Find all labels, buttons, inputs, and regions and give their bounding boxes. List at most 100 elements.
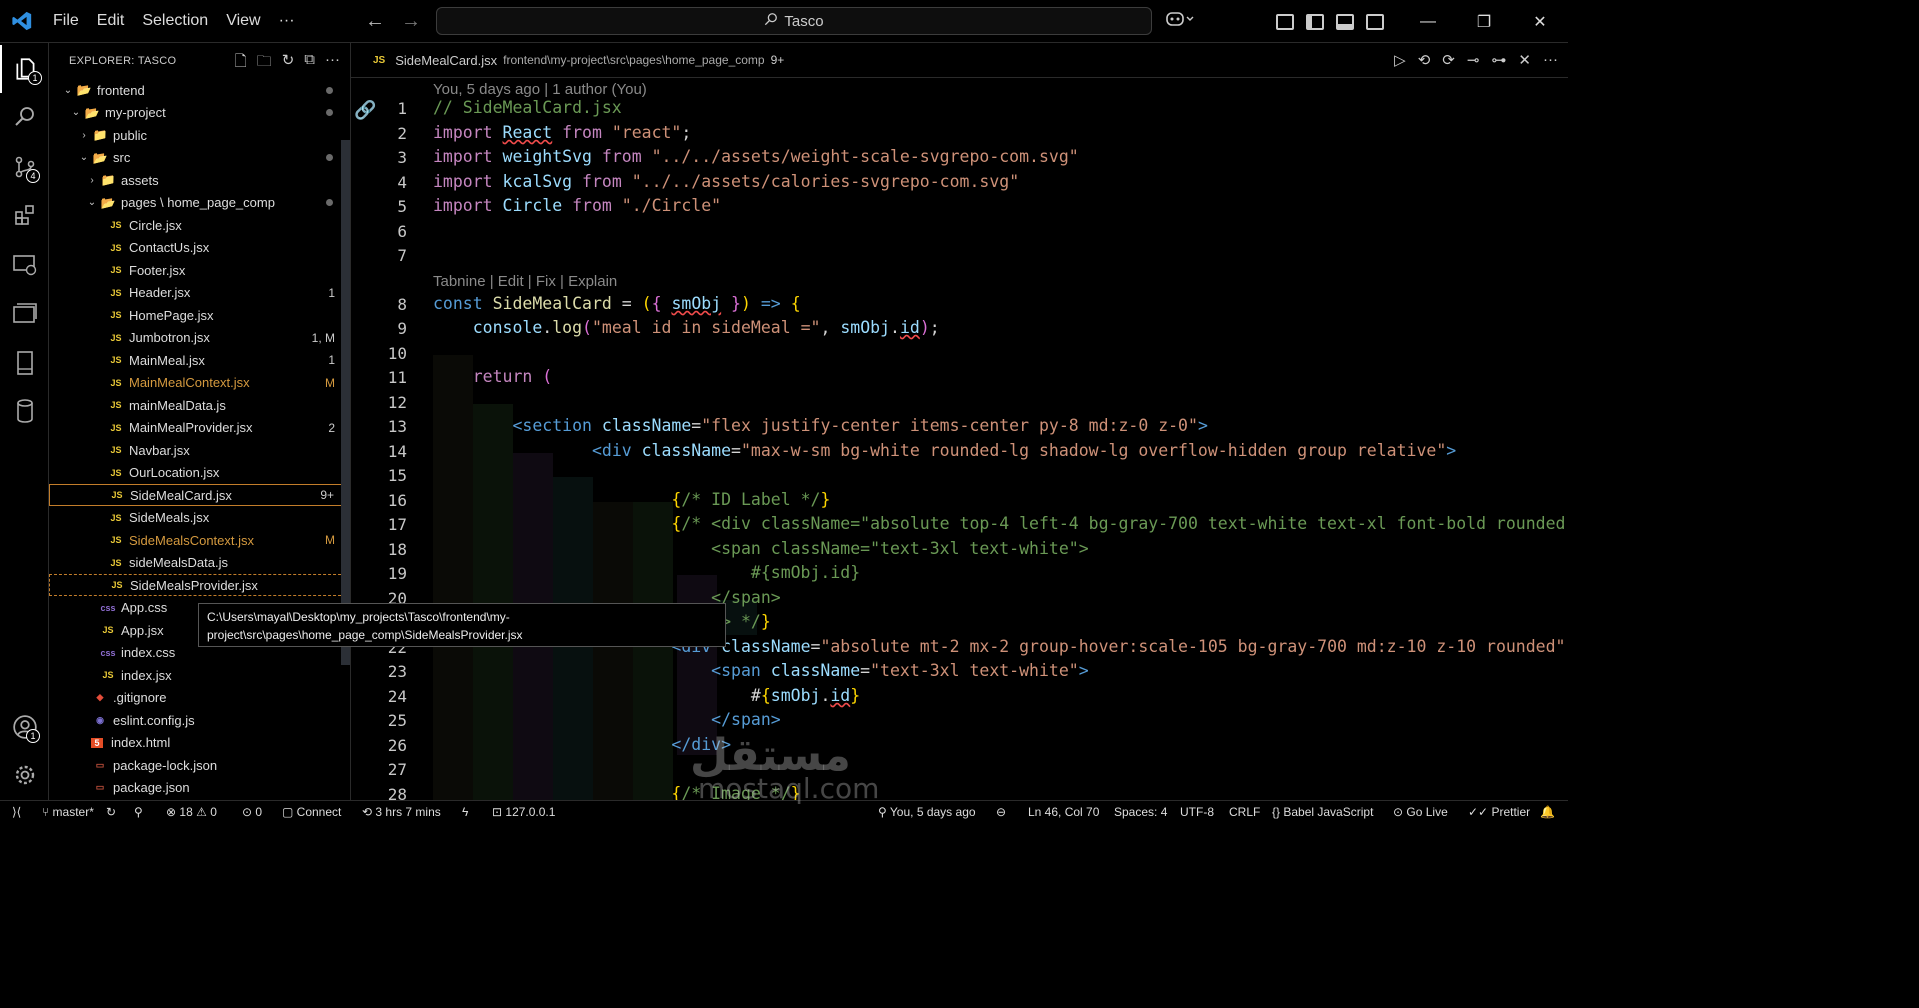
file-tree: ⌄ 📂 frontend ⌄ 📂 my-project › 📁 public ⌄ 📂 src › 📁 ass… [49, 78, 350, 800]
tree-item[interactable]: ◉ eslint.config.js [49, 709, 350, 731]
menu-selection[interactable]: Selection [133, 12, 217, 30]
git-graph-icon[interactable]: ⚲ [134, 805, 143, 819]
problems-status[interactable]: ⊗ 18 ⚠ 0 [166, 805, 217, 819]
back-arrow-icon[interactable]: ← [362, 10, 388, 33]
search-icon[interactable] [0, 93, 49, 141]
time-status[interactable]: ⟲ 3 hrs 7 mins [362, 805, 441, 819]
explorer-icon[interactable]: 1 [0, 45, 49, 93]
remote-explorer-icon[interactable] [0, 241, 49, 289]
tree-item[interactable]: JS SideMealsProvider.jsx [49, 574, 350, 596]
more-actions-icon[interactable]: ··· [1543, 51, 1558, 69]
tree-item[interactable]: JS SideMealsContext.jsx M [49, 529, 350, 551]
minimize-icon[interactable]: — [1400, 0, 1456, 43]
tree-item[interactable]: ◆ .gitignore [49, 687, 350, 709]
tree-item[interactable]: JS mainMealData.js [49, 394, 350, 416]
restore-icon[interactable]: ❐ [1456, 0, 1512, 43]
open-changes-icon[interactable]: ⟳ [1442, 51, 1455, 69]
tree-item[interactable]: JS SideMealCard.jsx 9+ [49, 484, 350, 506]
tabs-icon[interactable] [0, 289, 49, 337]
encoding-status[interactable]: UTF-8 [1180, 805, 1214, 819]
gear-icon[interactable] [0, 751, 49, 799]
tabnine-codelens[interactable]: Tabnine | Edit | Fix | Explain [433, 273, 617, 290]
branch-status[interactable]: ⑂ master* [42, 805, 94, 819]
close-tab-icon[interactable]: ✕ [1518, 51, 1531, 69]
forward-arrow-icon[interactable]: → [398, 10, 424, 33]
extensions-icon[interactable] [0, 191, 49, 239]
database-icon[interactable] [0, 387, 49, 435]
tree-item[interactable]: JS Navbar.jsx [49, 439, 350, 461]
run-icon[interactable]: ▷ [1394, 51, 1406, 69]
blame-status[interactable]: ⚲ You, 5 days ago [878, 805, 976, 819]
device-icon[interactable] [0, 339, 49, 387]
toggle-panel-icon[interactable] [1336, 13, 1354, 30]
tree-item[interactable]: JS Jumbotron.jsx 1, M [49, 327, 350, 349]
tree-item[interactable]: ⌄ 📂 frontend [49, 79, 350, 101]
tree-item[interactable]: JS Header.jsx 1 [49, 282, 350, 304]
explorer-badge: 1 [28, 71, 42, 85]
chevron-right-icon: › [90, 174, 94, 186]
tree-item[interactable]: ⌄ 📂 src [49, 147, 350, 169]
code-editor[interactable]: 🔗 You, 5 days ago | 1 author (You) Tabni… [351, 78, 1568, 800]
tree-item-label: HomePage.jsx [129, 307, 214, 323]
tree-item[interactable]: JS SideMeals.jsx [49, 507, 350, 529]
tree-item[interactable]: ▭ package-lock.json [49, 754, 350, 776]
connect-status[interactable]: ▢ Connect [282, 805, 341, 819]
tree-item[interactable]: ⌄ 📂 my-project [49, 102, 350, 124]
prettier-status[interactable]: ✓✓ Prettier [1468, 805, 1530, 819]
tree-item[interactable]: JS OurLocation.jsx [49, 462, 350, 484]
commit-icon[interactable]: ⊸ [1467, 51, 1480, 69]
remote-icon[interactable]: ⟩⟨ [12, 805, 21, 819]
indentation-status[interactable]: Spaces: 4 [1114, 805, 1167, 819]
tree-item[interactable]: JS Circle.jsx [49, 214, 350, 236]
tree-item[interactable]: JS MainMealProvider.jsx 2 [49, 417, 350, 439]
tree-item[interactable]: › 📁 public [49, 124, 350, 146]
customize-layout-icon[interactable] [1276, 13, 1294, 30]
refresh-icon[interactable]: ↻ [282, 51, 295, 76]
menu-edit[interactable]: Edit [88, 12, 134, 30]
more-actions-icon[interactable]: ··· [325, 51, 340, 76]
new-file-icon[interactable]: 🗋 [235, 51, 247, 76]
sync-icon[interactable]: ↻ [106, 805, 116, 819]
collapse-all-icon[interactable]: ⧉ [304, 51, 315, 76]
cursor-position[interactable]: Ln 46, Col 70 [1028, 805, 1099, 819]
tree-item[interactable]: JS MainMealContext.jsx M [49, 372, 350, 394]
blame-codelens[interactable]: You, 5 days ago | 1 author (You) [433, 81, 647, 98]
tree-item[interactable]: JS MainMeal.jsx 1 [49, 349, 350, 371]
toggle-primary-sidebar-icon[interactable] [1306, 13, 1324, 30]
tree-item[interactable]: JS Footer.jsx [49, 259, 350, 281]
tree-item[interactable]: ⌄ 📂 pages \ home_page_comp [49, 192, 350, 214]
menu-file[interactable]: File [44, 12, 88, 30]
ports-status[interactable]: ⊙ 0 [242, 805, 262, 819]
account-icon[interactable]: 1 [0, 703, 49, 751]
tree-item[interactable]: › 📁 assets [49, 169, 350, 191]
tree-item[interactable]: JS ContactUs.jsx [49, 237, 350, 259]
vscode-logo-icon[interactable] [0, 0, 44, 43]
tree-item-label: Circle.jsx [129, 217, 182, 233]
menu-more[interactable]: ··· [270, 12, 304, 30]
tree-item[interactable]: JS index.jsx [49, 664, 350, 686]
explorer-scrollbar[interactable] [341, 140, 350, 665]
close-icon[interactable]: ✕ [1512, 0, 1568, 43]
golive-status[interactable]: ⊙ Go Live [1393, 805, 1448, 819]
timeline-icon[interactable]: ⟲ [1418, 51, 1431, 69]
code-token: ) [919, 318, 930, 337]
tree-item[interactable]: JS sideMealsData.js [49, 552, 350, 574]
tree-item[interactable]: JS HomePage.jsx [49, 304, 350, 326]
tree-item[interactable]: ▭ package.json [49, 777, 350, 799]
tree-item[interactable]: 5 index.html [49, 732, 350, 754]
command-center-search[interactable]: Tasco [436, 7, 1152, 35]
language-status[interactable]: {} Babel JavaScript [1272, 805, 1373, 819]
tab-sidemealcard[interactable]: JS SideMealCard.jsx frontend\my-project\… [351, 43, 784, 78]
copilot-icon[interactable] [1166, 10, 1194, 33]
menu-view[interactable]: View [217, 12, 269, 30]
server-status[interactable]: ⊡ 127.0.0.1 [492, 805, 555, 819]
zoom-icon[interactable]: ⊖ [996, 805, 1006, 819]
new-folder-icon[interactable]: 🗀 [257, 51, 272, 76]
eol-status[interactable]: CRLF [1229, 805, 1260, 819]
compare-icon[interactable]: ⊶ [1491, 51, 1506, 69]
lightning-icon[interactable]: ϟ [462, 805, 468, 819]
toggle-secondary-sidebar-icon[interactable] [1366, 13, 1384, 30]
bell-icon[interactable]: 🔔 [1540, 805, 1555, 819]
source-control-icon[interactable]: 4 [0, 143, 49, 191]
